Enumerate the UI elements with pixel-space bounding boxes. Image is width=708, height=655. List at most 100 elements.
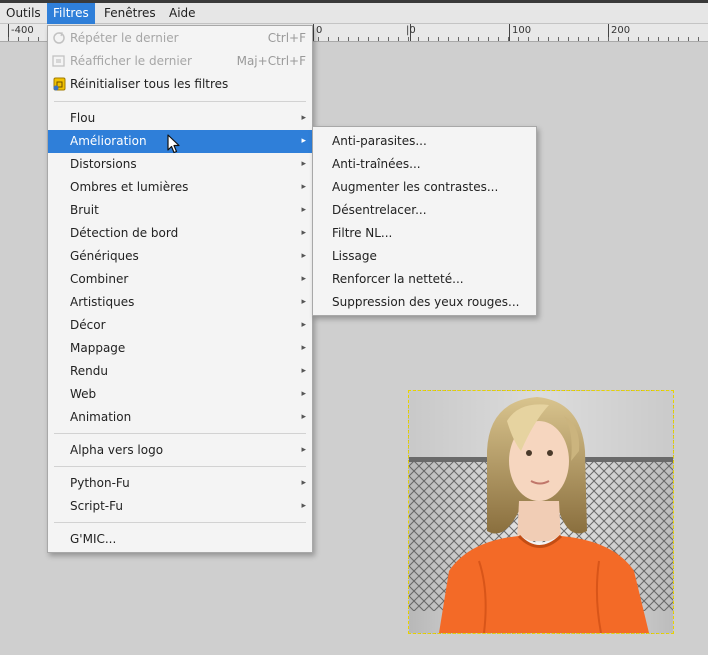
menu-item-label: Réinitialiser tous les filtres [70,77,229,91]
shortcut-label: Maj+Ctrl+F [236,54,306,68]
ruler-minor-tick [28,37,29,41]
ruler-label: 200 [611,25,631,36]
menu-item-label: Répéter le dernier [70,31,179,45]
submenu-arrow-icon: ▸ [301,412,306,422]
menu-item-web[interactable]: Web ▸ [48,383,312,406]
ruler-minor-tick [548,37,549,41]
ruler-minor-tick [498,37,499,41]
menu-fenetres[interactable]: Fenêtres [98,3,162,24]
ruler-label: 0 [316,25,323,36]
menu-item-label: Lissage [332,249,377,263]
menu-item-artistiques[interactable]: Artistiques ▸ [48,291,312,314]
menu-separator [54,433,306,434]
ruler-minor-tick [518,37,519,41]
submenu-item-anti-parasites[interactable]: Anti-parasites... [313,130,536,153]
menu-item-label: Flou [70,111,96,125]
menu-item-distorsions[interactable]: Distorsions ▸ [48,153,312,176]
menu-item-script-fu[interactable]: Script-Fu ▸ [48,495,312,518]
menu-item-label: Combiner [70,272,129,286]
ruler-minor-tick [678,37,679,41]
ruler-minor-tick [558,37,559,41]
menu-item-flou[interactable]: Flou ▸ [48,107,312,130]
portrait-photo [409,391,673,633]
menu-item-ombres-et-lumieres[interactable]: Ombres et lumières ▸ [48,176,312,199]
ruler-minor-tick [638,37,639,41]
submenu-item-suppression-des-yeux-rouges[interactable]: Suppression des yeux rouges... [313,291,536,314]
menu-item-reinitialiser-tous-les-filtres[interactable]: Réinitialiser tous les filtres [48,73,312,96]
ruler-minor-tick [568,37,569,41]
mouse-cursor-icon [167,134,181,154]
ruler-minor-tick [598,37,599,41]
submenu-arrow-icon: ▸ [301,366,306,376]
menu-item-label: Renforcer la netteté... [332,272,464,286]
menu-item-animation[interactable]: Animation ▸ [48,406,312,429]
menu-item-python-fu[interactable]: Python-Fu ▸ [48,472,312,495]
menu-item-label: Bruit [70,203,99,217]
submenu-item-desentrelacer[interactable]: Désentrelacer... [313,199,536,222]
menu-item-generiques[interactable]: Génériques ▸ [48,245,312,268]
ruler-minor-tick [458,37,459,41]
ruler-minor-tick [428,37,429,41]
filtres-dropdown-menu: Répéter le dernier Ctrl+F Réafficher le … [47,25,313,553]
menu-outils[interactable]: Outils [0,3,47,24]
submenu-item-anti-trainees[interactable]: Anti-traînées... [313,153,536,176]
menu-item-label: Filtre NL... [332,226,393,240]
ruler-major-tick [313,24,314,41]
ruler-minor-tick [408,37,409,41]
menu-item-label: Décor [70,318,106,332]
menu-item-label: Animation [70,410,132,424]
menu-item-label: Artistiques [70,295,135,309]
submenu-arrow-icon: ▸ [301,445,306,455]
menu-item-label: Web [70,387,97,401]
ruler-major-tick [509,24,510,41]
menu-aide[interactable]: Aide [163,3,202,24]
menu-item-combiner[interactable]: Combiner ▸ [48,268,312,291]
menu-item-bruit[interactable]: Bruit ▸ [48,199,312,222]
ruler-minor-tick [18,37,19,41]
ruler-minor-tick [438,37,439,41]
menu-item-detection-de-bord[interactable]: Détection de bord ▸ [48,222,312,245]
submenu-arrow-icon: ▸ [301,343,306,353]
ruler-minor-tick [618,37,619,41]
menu-item-label: Amélioration [70,134,147,148]
ruler-label: 100 [512,25,532,36]
submenu-arrow-icon: ▸ [301,251,306,261]
menu-item-decor[interactable]: Décor ▸ [48,314,312,337]
ruler-minor-tick [8,37,9,41]
ruler-minor-tick [578,37,579,41]
menu-item-rendu[interactable]: Rendu ▸ [48,360,312,383]
menu-item-label: Désentrelacer... [332,203,427,217]
submenu-item-augmenter-les-contrastes[interactable]: Augmenter les contrastes... [313,176,536,199]
canvas-image-layer[interactable] [408,390,674,634]
submenu-arrow-icon: ▸ [301,274,306,284]
menu-separator [54,522,306,523]
menu-item-mappage[interactable]: Mappage ▸ [48,337,312,360]
ruler-minor-tick [318,37,319,41]
ruler-minor-tick [448,37,449,41]
menu-item-label: Distorsions [70,157,137,171]
amelioration-submenu: Anti-parasites... Anti-traînées... Augme… [312,126,537,316]
menu-item-alpha-vers-logo[interactable]: Alpha vers logo ▸ [48,439,312,462]
submenu-arrow-icon: ▸ [301,320,306,330]
menu-item-label: Détection de bord [70,226,179,240]
menu-item-label: Anti-traînées... [332,157,421,171]
menu-item-label: Augmenter les contrastes... [332,180,499,194]
reshow-icon [52,54,67,69]
ruler-minor-tick [478,37,479,41]
menu-item-label: Rendu [70,364,109,378]
menu-item-label: Réafficher le dernier [70,54,192,68]
submenu-item-renforcer-la-nettete[interactable]: Renforcer la netteté... [313,268,536,291]
submenu-arrow-icon: ▸ [301,136,306,146]
ruler-minor-tick [668,37,669,41]
menu-item-reafficher-le-dernier[interactable]: Réafficher le dernier Maj+Ctrl+F [48,50,312,73]
menu-filtres[interactable]: Filtres [47,3,95,24]
menubar: Outils Filtres Fenêtres Aide [0,3,708,24]
ruler-minor-tick [38,37,39,41]
submenu-arrow-icon: ▸ [301,478,306,488]
ruler-minor-tick [688,37,689,41]
menu-item-repeter-le-dernier[interactable]: Répéter le dernier Ctrl+F [48,27,312,50]
submenu-item-filtre-nl[interactable]: Filtre NL... [313,222,536,245]
menu-item-label: Mappage [70,341,126,355]
submenu-item-lissage[interactable]: Lissage [313,245,536,268]
menu-item-gmic[interactable]: G'MIC... [48,528,312,551]
